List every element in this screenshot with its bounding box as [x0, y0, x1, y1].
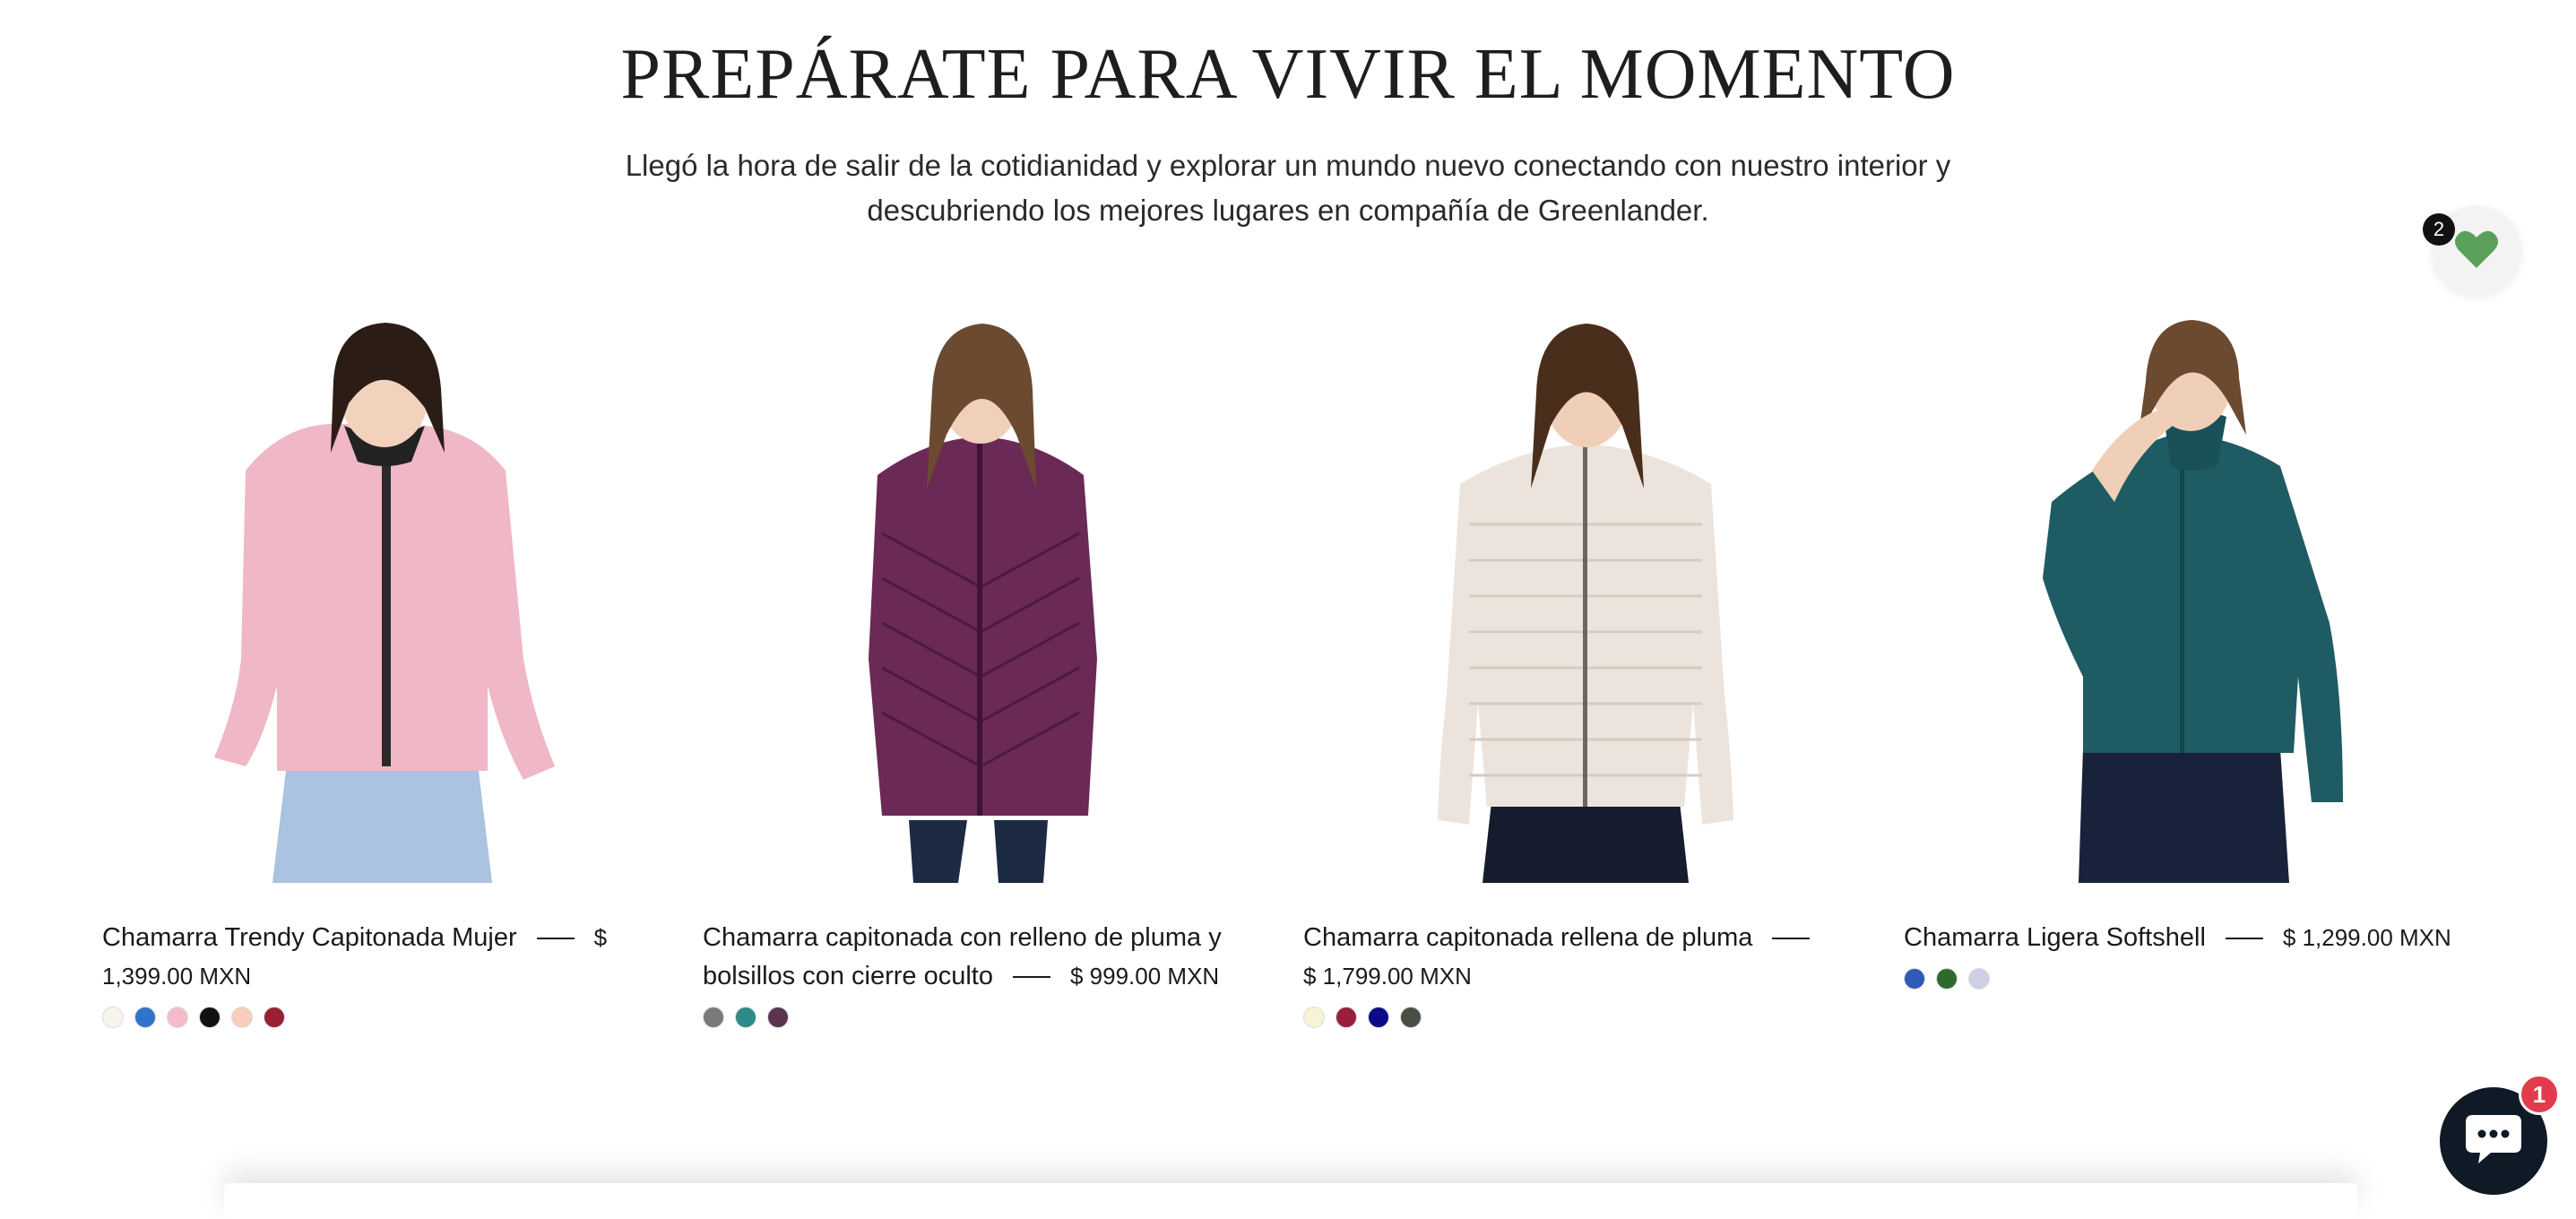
color-swatches [1904, 968, 2474, 990]
color-swatches [102, 1007, 672, 1028]
color-swatch[interactable] [167, 1007, 188, 1028]
product-card[interactable]: Chamarra Ligera Softshell $ 1,299.00 MXN [1904, 318, 2474, 990]
product-image[interactable] [102, 318, 672, 883]
product-title[interactable]: Chamarra capitonada rellena de pluma $ 1,… [1303, 919, 1873, 996]
product-price: $ 1,799.00 MXN [1303, 963, 1472, 990]
color-swatch[interactable] [199, 1007, 220, 1028]
color-swatch[interactable] [1936, 968, 1958, 990]
color-swatch[interactable] [767, 1007, 789, 1028]
title-price-separator [536, 938, 575, 940]
subtitle-line-1: Llegó la hora de salir de la cotidianida… [625, 149, 1951, 182]
product-name[interactable]: Chamarra Ligera Softshell [1904, 923, 2206, 952]
next-section-edge [224, 1183, 2357, 1219]
color-swatch[interactable] [264, 1007, 285, 1028]
product-image[interactable] [703, 318, 1273, 883]
product-card[interactable]: Chamarra Trendy Capitonada Mujer $1,399.0… [102, 318, 672, 1028]
product-image[interactable] [1303, 318, 1873, 883]
color-swatch[interactable] [1968, 968, 1990, 990]
heart-icon [2454, 229, 2499, 274]
color-swatch[interactable] [1336, 1007, 1357, 1028]
color-swatch[interactable] [1303, 1007, 1325, 1028]
wishlist-count-badge: 2 [2423, 213, 2455, 246]
product-title[interactable]: Chamarra capitonada con relleno de pluma… [703, 919, 1273, 996]
color-swatch[interactable] [134, 1007, 156, 1028]
color-swatch[interactable] [1368, 1007, 1389, 1028]
color-swatch[interactable] [703, 1007, 724, 1028]
color-swatch[interactable] [1904, 968, 1925, 990]
chat-bubble-icon [2464, 1113, 2523, 1170]
product-title[interactable]: Chamarra Trendy Capitonada Mujer $1,399.0… [102, 919, 672, 996]
product-title[interactable]: Chamarra Ligera Softshell $ 1,299.00 MXN [1904, 919, 2474, 957]
color-swatches [1303, 1007, 1873, 1028]
product-card[interactable]: Chamarra capitonada con relleno de pluma… [703, 318, 1273, 1028]
section-title: PREPÁRATE PARA VIVIR EL MOMENTO [620, 35, 1956, 114]
color-swatch[interactable] [102, 1007, 124, 1028]
title-price-separator [1772, 938, 1811, 940]
chat-unread-badge: 1 [2519, 1074, 2560, 1115]
product-card[interactable]: Chamarra capitonada rellena de pluma $ 1,… [1303, 318, 1873, 1028]
color-swatch[interactable] [231, 1007, 253, 1028]
product-image[interactable] [1904, 318, 2474, 883]
product-name[interactable]: Chamarra capitonada rellena de pluma [1303, 923, 1752, 952]
title-price-separator [1012, 976, 1050, 979]
product-price: $ 999.00 MXN [1069, 963, 1220, 990]
color-swatch[interactable] [735, 1007, 756, 1028]
product-price: $ 1,299.00 MXN [2282, 924, 2451, 951]
title-price-separator [2225, 938, 2263, 940]
color-swatch[interactable] [1400, 1007, 1422, 1028]
section-subtitle: Llegó la hora de salir de la cotidianida… [526, 143, 2050, 233]
color-swatches [703, 1007, 1273, 1028]
product-name[interactable]: Chamarra Trendy Capitonada Mujer [102, 923, 517, 952]
subtitle-line-2: descubriendo los mejores lugares en comp… [867, 194, 1709, 227]
